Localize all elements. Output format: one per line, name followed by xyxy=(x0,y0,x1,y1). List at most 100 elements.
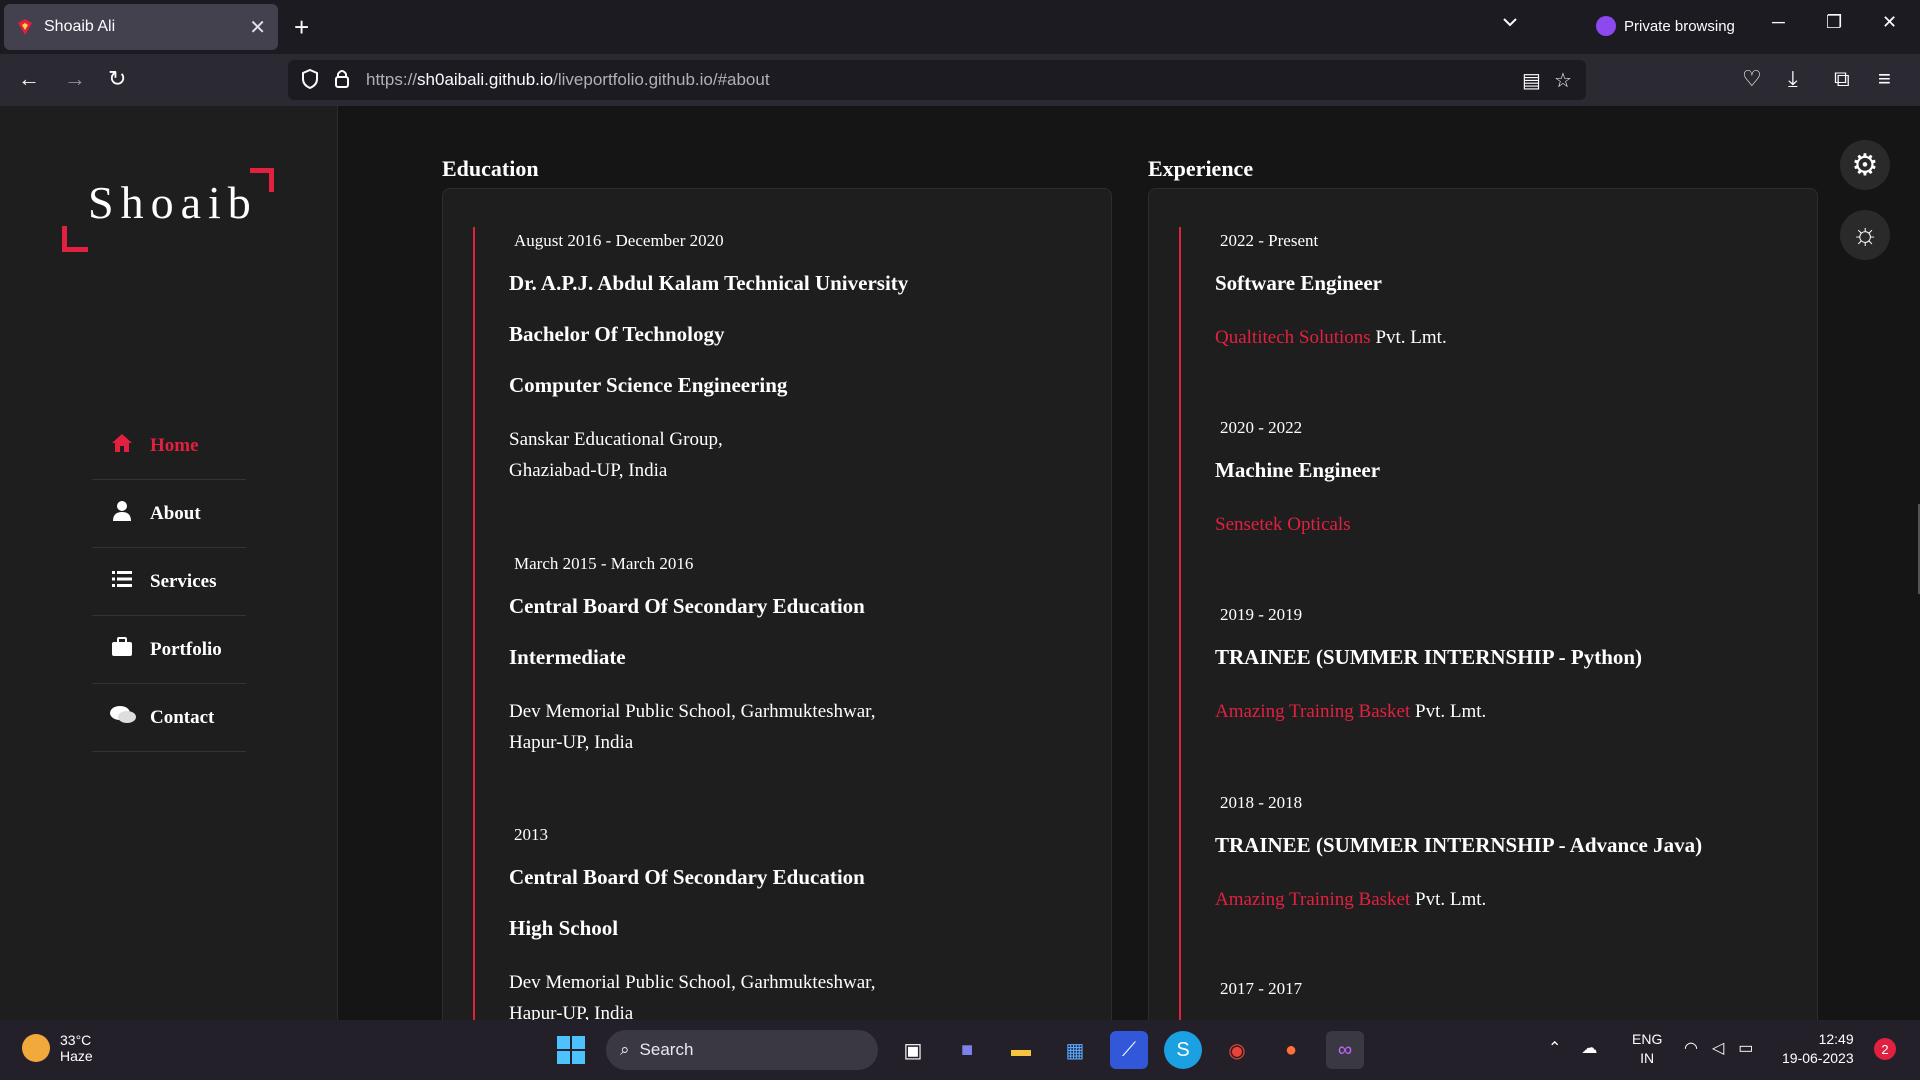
skype-icon[interactable]: S xyxy=(1164,1031,1202,1069)
tab-title: Shoaib Ali xyxy=(44,18,116,35)
experience-entry: 2018 - 2018 TRAINEE (SUMMER INTERNSHIP -… xyxy=(1215,793,1795,915)
sidebar-item-services[interactable]: Services xyxy=(92,548,246,616)
language-indicator[interactable]: ENG IN xyxy=(1632,1030,1662,1068)
reload-icon[interactable]: ↻ xyxy=(108,66,126,92)
entry-company-link[interactable]: Amazing Training Basket xyxy=(1215,889,1410,910)
settings-gear-icon[interactable]: ⚙ xyxy=(1840,140,1890,190)
browser-tab[interactable]: Shoaib Ali ✕ xyxy=(4,4,278,50)
microsoft-store-icon[interactable]: ▦ xyxy=(1056,1031,1094,1069)
entry-company-link[interactable]: Amazing Training Basket xyxy=(1215,701,1410,722)
sidebar-item-portfolio[interactable]: Portfolio xyxy=(92,616,246,684)
url-bar[interactable]: https://sh0aibali.github.io/liveportfoli… xyxy=(288,60,1586,100)
minimize-icon[interactable]: ─ xyxy=(1772,12,1785,33)
sidebar-item-home[interactable]: Home xyxy=(92,412,246,480)
chat-icon xyxy=(110,705,136,731)
new-tab-button[interactable]: + xyxy=(294,12,309,43)
entry-school-line1: Sanskar Educational Group, xyxy=(509,429,723,450)
task-view-icon[interactable]: ▣ xyxy=(894,1031,932,1069)
sidebar-item-label: About xyxy=(150,502,201,524)
taskbar-search[interactable]: ⌕ Search xyxy=(606,1030,878,1070)
clock[interactable]: 12:49 19-06-2023 xyxy=(1782,1030,1854,1068)
entry-school-line2: Hapur-UP, India xyxy=(509,732,634,753)
entry-school-line2: Ghaziabad-UP, India xyxy=(509,460,668,481)
education-entry: 2013 Central Board Of Secondary Educatio… xyxy=(509,825,1089,1020)
briefcase-icon xyxy=(110,636,134,663)
weather-widget[interactable]: 33°C Haze xyxy=(22,1032,93,1064)
weather-temperature: 33°C xyxy=(60,1032,92,1048)
restore-icon[interactable]: ❐ xyxy=(1826,12,1842,33)
editor-app-icon[interactable]: ⟋ xyxy=(1110,1031,1148,1069)
sidebar-item-about[interactable]: About xyxy=(92,480,246,548)
education-card: August 2016 - December 2020 Dr. A.P.J. A… xyxy=(442,188,1112,1020)
entry-role: Software Engineer xyxy=(1215,271,1383,295)
entry-company-suffix: Pvt. Lmt. xyxy=(1410,889,1487,910)
region-code: IN xyxy=(1640,1050,1655,1066)
onedrive-icon[interactable]: ☁ xyxy=(1581,1038,1597,1058)
entry-company-link[interactable]: Sensetek Opticals xyxy=(1215,514,1351,535)
chrome-icon[interactable]: ◉ xyxy=(1218,1031,1256,1069)
experience-entry: 2020 - 2022 Machine Engineer Sensetek Op… xyxy=(1215,418,1795,540)
entry-date: August 2016 - December 2020 xyxy=(514,231,724,250)
entry-date: 2020 - 2022 xyxy=(1220,418,1303,437)
sidebar-item-label: Home xyxy=(150,434,199,456)
bookmark-star-icon[interactable]: ☆ xyxy=(1554,68,1572,93)
lock-icon[interactable] xyxy=(334,68,350,96)
entry-degree: High School xyxy=(509,916,619,940)
entry-company-suffix: Pvt. Lmt. xyxy=(1410,701,1487,722)
timeline-line xyxy=(1179,227,1181,1020)
entry-company-link[interactable]: Qualtitech Solutions xyxy=(1215,327,1371,348)
entry-school-line1: Dev Memorial Public School, Garhmukteshw… xyxy=(509,701,876,722)
tab-strip: Shoaib Ali ✕ + Private browsing ─ ❐ ✕ xyxy=(0,0,1920,54)
volume-icon: ◁ xyxy=(1711,1040,1725,1057)
back-arrow-icon[interactable]: ← xyxy=(18,66,40,92)
entry-institution: Central Board Of Secondary Education xyxy=(509,594,865,618)
experience-entry: 2017 - 2017 xyxy=(1215,979,1795,1019)
url-path: /liveportfolio.github.io/#about xyxy=(553,70,770,89)
sidebar-item-label: Contact xyxy=(150,706,215,728)
sidebar: Shoaib Home About Services Portfolio Con… xyxy=(0,106,338,1020)
sidebar-item-contact[interactable]: Contact xyxy=(92,684,246,752)
entry-date: 2013 xyxy=(514,825,548,844)
status-icons[interactable]: ◠ ◁ ▭ xyxy=(1684,1038,1753,1058)
windows-start-icon[interactable] xyxy=(552,1031,590,1069)
entry-company-suffix: Pvt. Lmt. xyxy=(1370,327,1447,348)
search-icon: ⌕ xyxy=(620,1040,630,1059)
url-domain: sh0aibali.github.io xyxy=(417,70,554,89)
close-window-icon[interactable]: ✕ xyxy=(1882,12,1897,33)
education-entry: March 2015 - March 2016 Central Board Of… xyxy=(509,554,1089,758)
pocket-icon[interactable]: ♡ xyxy=(1742,66,1762,92)
experience-entry: 2019 - 2019 TRAINEE (SUMMER INTERNSHIP -… xyxy=(1215,605,1795,727)
extensions-icon[interactable]: ⧉ xyxy=(1834,66,1850,92)
clock-date: 19-06-2023 xyxy=(1782,1050,1854,1066)
notification-badge[interactable]: 2 xyxy=(1874,1038,1896,1060)
reader-view-icon[interactable]: ▤ xyxy=(1522,68,1541,93)
logo-corner-bottom xyxy=(62,226,88,252)
entry-institution: Central Board Of Secondary Education xyxy=(509,865,865,889)
firefox-private-icon[interactable]: ∞ xyxy=(1326,1031,1364,1069)
private-mask-icon xyxy=(1596,16,1616,36)
list-icon xyxy=(110,570,134,594)
url-prefix: https:// xyxy=(366,70,418,89)
theme-toggle-icon[interactable]: ☼ xyxy=(1840,210,1890,260)
site-logo[interactable]: Shoaib xyxy=(62,168,274,252)
file-explorer-icon[interactable]: ▬ xyxy=(1002,1031,1040,1069)
download-icon[interactable]: ⤓ xyxy=(1788,66,1798,92)
forward-arrow-icon[interactable]: → xyxy=(64,66,86,92)
experience-entry: 2022 - Present Software Engineer Qualtit… xyxy=(1215,231,1795,353)
shield-icon[interactable] xyxy=(300,68,320,96)
chevron-up-icon[interactable]: ⌃ xyxy=(1548,1038,1561,1058)
list-tabs-icon[interactable] xyxy=(1502,14,1518,35)
menu-hamburger-icon[interactable]: ≡ xyxy=(1878,66,1891,92)
entry-date: 2017 - 2017 xyxy=(1220,979,1303,998)
sidebar-item-label: Services xyxy=(150,570,217,592)
firefox-icon[interactable]: ● xyxy=(1272,1031,1310,1069)
teams-chat-icon[interactable]: ■ xyxy=(948,1031,986,1069)
weather-icon xyxy=(22,1034,50,1062)
system-tray: ⌃ ☁ xyxy=(1548,1038,1597,1058)
close-tab-icon[interactable]: ✕ xyxy=(249,15,266,40)
battery-icon: ▭ xyxy=(1738,1040,1754,1057)
favicon-icon xyxy=(16,18,34,36)
wifi-icon: ◠ xyxy=(1684,1040,1698,1057)
private-browsing-indicator: Private browsing xyxy=(1596,16,1735,36)
search-label: Search xyxy=(639,1040,694,1059)
